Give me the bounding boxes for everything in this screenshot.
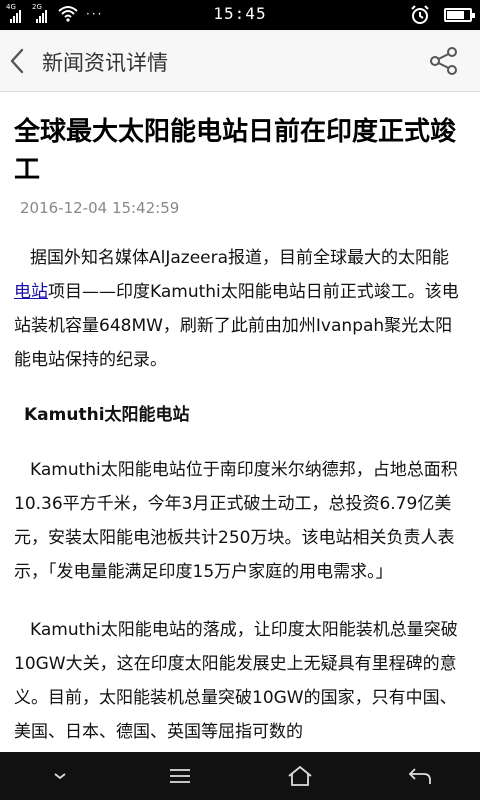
nav-back-button[interactable]: [400, 760, 440, 792]
article-paragraph: Kamuthi太阳能电站位于南印度米尔纳德邦，占地总面积10.36平方千米，今年…: [14, 453, 466, 589]
status-time: 15:45: [213, 4, 267, 23]
alarm-icon: [411, 5, 429, 24]
article-paragraph: Kamuthi太阳能电站的落成，让印度太阳能装机总量突破10GW大关，这在印度太…: [14, 613, 466, 749]
battery-icon: [444, 8, 475, 22]
paragraph-text: 据国外知名媒体AlJazeera报道，目前全球最大的太阳能: [30, 248, 450, 268]
nav-home-button[interactable]: [280, 760, 320, 792]
chevron-down-icon: [54, 773, 66, 780]
keyword-link[interactable]: 电站: [14, 282, 48, 302]
nav-collapse-button[interactable]: [40, 760, 80, 792]
page-title: 新闻资讯详情: [42, 51, 168, 75]
paragraph-text: Kamuthi太阳能电站位于南印度米尔纳德邦，占地总面积10.36平方千米，今年…: [14, 460, 458, 582]
return-icon: [408, 768, 431, 784]
nav-menu-button[interactable]: [160, 760, 200, 792]
menu-icon: [170, 769, 190, 783]
chevron-left-icon[interactable]: [4, 44, 34, 78]
paragraph-text: 项目——印度Kamuthi太阳能电站日前正式竣工。该电站装机容量648MW，刷新…: [14, 282, 459, 370]
paragraph-text: Kamuthi太阳能电站的落成，让印度太阳能装机总量突破10GW大关，这在印度太…: [14, 620, 458, 742]
system-nav-bar: [0, 752, 480, 800]
app-header: 新闻资讯详情: [0, 30, 480, 92]
article-date: 2016-12-04 15:42:59: [20, 199, 180, 217]
article-title: 全球最大太阳能电站日前在印度正式竣工: [14, 117, 457, 185]
article-paragraph: 据国外知名媒体AlJazeera报道，目前全球最大的太阳能电站项目——印度Kam…: [14, 241, 466, 377]
home-icon: [288, 765, 312, 786]
article-content[interactable]: 全球最大太阳能电站日前在印度正式竣工 2016-12-04 15:42:59 据…: [0, 93, 480, 752]
share-icon[interactable]: [428, 45, 460, 77]
status-bar: 4G 2G ··· 15:45: [0, 0, 480, 30]
article-subheading: Kamuthi太阳能电站: [24, 405, 190, 425]
